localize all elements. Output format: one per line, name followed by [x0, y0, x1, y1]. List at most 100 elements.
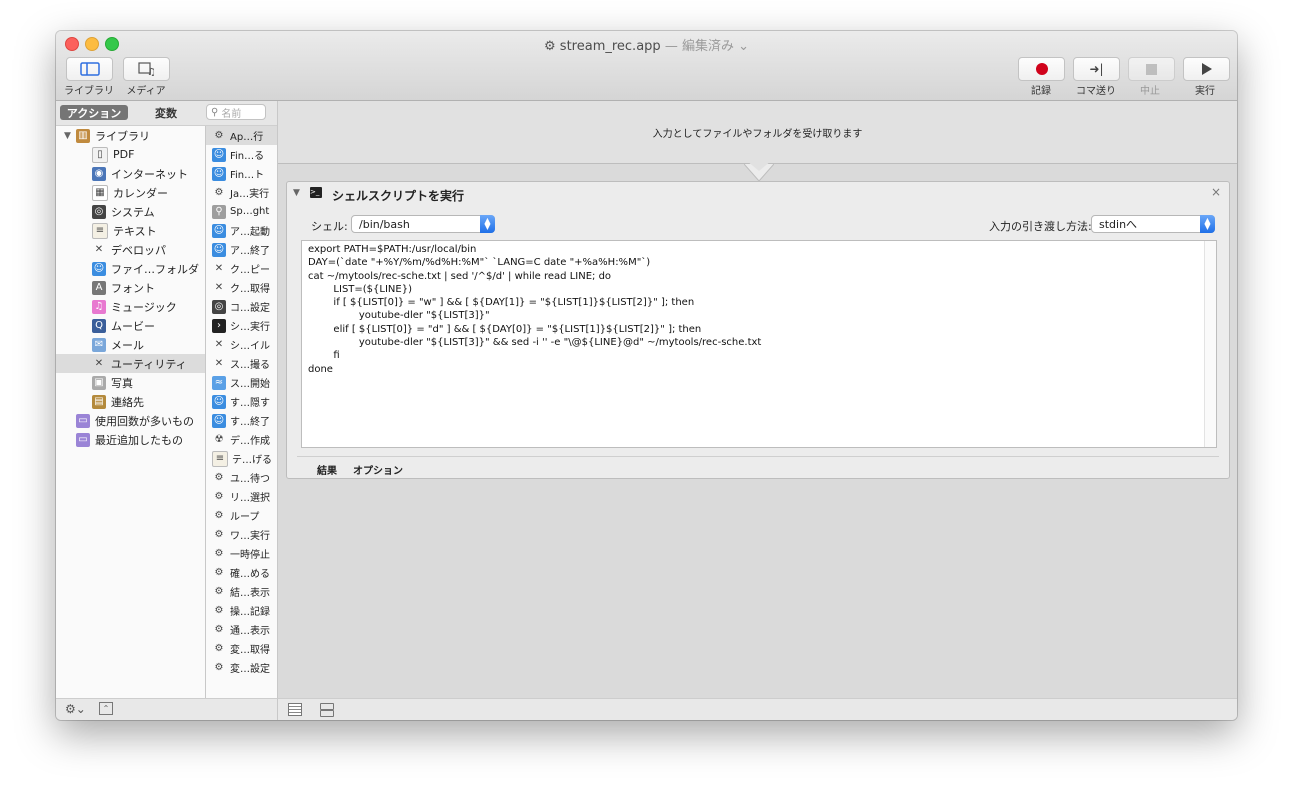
- gear-icon[interactable]: ⚙⌄: [65, 702, 86, 716]
- automator-icon: ⚙: [214, 547, 224, 559]
- sidebar-item-label: ミュージック: [111, 300, 177, 314]
- automator-icon: ⚙: [214, 642, 224, 654]
- action-item-label: 通…表示: [230, 626, 270, 637]
- sidebar-item-text[interactable]: ≡ テキスト: [56, 221, 205, 240]
- action-item-label: Ja…実行: [230, 189, 270, 200]
- tools-icon: ✕: [214, 338, 224, 350]
- utilities-icon: ✕: [94, 357, 104, 369]
- action-list-item[interactable]: ☢ デ…作成: [206, 430, 277, 449]
- action-list-item[interactable]: ⚙ 一時停止: [206, 544, 277, 563]
- workflow-bottom-bar: [278, 698, 1237, 720]
- terminal-icon: >_: [310, 187, 322, 198]
- description-toggle-icon[interactable]: ⌃: [99, 702, 113, 715]
- action-list-item[interactable]: ≡ テ…げる: [206, 449, 277, 468]
- sidebar-item-finder[interactable]: ☺ ファイ…フォルダ: [56, 259, 205, 278]
- action-list-item[interactable]: ⚙ 確…める: [206, 563, 277, 582]
- action-list-item[interactable]: ⚙ 結…表示: [206, 582, 277, 601]
- action-list-item[interactable]: ⚙ ループ: [206, 506, 277, 525]
- sidebar-item-music[interactable]: ♫ ミュージック: [56, 297, 205, 316]
- pass-input-popup[interactable]: stdinへ ▲ ▼: [1091, 215, 1215, 233]
- sidebar-item-system[interactable]: ◎ システム: [56, 202, 205, 221]
- stop-icon: [1146, 63, 1157, 75]
- sidebar-item-smart-folder[interactable]: ▭ 使用回数が多いもの: [56, 411, 205, 430]
- list-view-icon[interactable]: [288, 703, 302, 716]
- action-list-item[interactable]: ⚙ ユ…待つ: [206, 468, 277, 487]
- action-list-item[interactable]: ✕ ス…撮る: [206, 354, 277, 373]
- action-list-item[interactable]: ⚙ Ap…行: [206, 126, 277, 145]
- automator-window: ⚙ stream_rec.app — 編集済み ⌄ ライブラリ ♫ メディア 記…: [56, 31, 1237, 720]
- media-button[interactable]: ♫: [123, 57, 170, 81]
- sidebar-item-contacts[interactable]: ▤ 連絡先: [56, 392, 205, 411]
- action-list-item[interactable]: ⚙ Ja…実行: [206, 183, 277, 202]
- sidebar-item-smart-folder[interactable]: ▭ 最近追加したもの: [56, 430, 205, 449]
- action-list-item[interactable]: ✕ シ…イル: [206, 335, 277, 354]
- action-list-item[interactable]: ⚙ 変…取得: [206, 639, 277, 658]
- tab-results[interactable]: 結果: [317, 462, 337, 477]
- automator-icon: ⚙: [214, 623, 224, 635]
- record-icon: [1035, 63, 1048, 75]
- sidebar-item-label: メール: [111, 338, 144, 352]
- action-item-label: Fin…る: [230, 151, 265, 162]
- script-editor[interactable]: export PATH=$PATH:/usr/local/bin DAY=(`d…: [301, 240, 1217, 448]
- sidebar-item-pdf[interactable]: ▯ PDF: [56, 145, 205, 164]
- sidebar-item-globe[interactable]: ◉ インターネット: [56, 164, 205, 183]
- action-list-item[interactable]: ✕ ク…ピー: [206, 259, 277, 278]
- action-item-label: リ…選択: [230, 493, 270, 504]
- flow-view-icon[interactable]: [320, 703, 334, 710]
- action-list: ⚙ Ap…行 ☺ Fin…る ☺ Fin…ト ⚙ Ja…実行 ⚲ Sp…ght ☺ ア…起動 ☺ ア…終了…: [206, 126, 277, 700]
- tab-actions[interactable]: アクション: [60, 105, 128, 120]
- action-list-item[interactable]: › シ…実行: [206, 316, 277, 335]
- action-list-item[interactable]: ☺ ア…起動: [206, 221, 277, 240]
- contacts-icon: ▤: [92, 394, 106, 409]
- action-list-item[interactable]: ⚙ ワ…実行: [206, 525, 277, 544]
- stop-button[interactable]: [1128, 57, 1175, 81]
- sidebar-item-developer[interactable]: ✕ デベロッパ: [56, 240, 205, 259]
- disclosure-triangle-icon[interactable]: ▼: [64, 131, 71, 141]
- sidebar-item-library[interactable]: ▼ ▥ ライブラリ: [56, 126, 205, 145]
- action-item-label: 変…取得: [230, 645, 270, 656]
- action-list-item[interactable]: ⚲ Sp…ght: [206, 202, 277, 221]
- sidebar-item-mail[interactable]: ✉ メール: [56, 335, 205, 354]
- run-button[interactable]: [1183, 57, 1230, 81]
- action-list-item[interactable]: ◎ コ…設定: [206, 297, 277, 316]
- sidebar-item-movie[interactable]: Q ムービー: [56, 316, 205, 335]
- text-icon: ≡: [92, 222, 108, 239]
- step-button[interactable]: ➜|: [1073, 57, 1120, 81]
- action-list-item[interactable]: ☺ ア…終了: [206, 240, 277, 259]
- action-list-item[interactable]: ☺ す…終了: [206, 411, 277, 430]
- disclosure-triangle-icon[interactable]: ▼: [293, 188, 300, 198]
- sidebar-item-utilities[interactable]: ✕ ユーティリティ: [56, 354, 205, 373]
- action-list-item[interactable]: ☺ Fin…ト: [206, 164, 277, 183]
- library-toggle-button[interactable]: [66, 57, 113, 81]
- tab-options[interactable]: オプション: [353, 462, 403, 477]
- edited-indicator[interactable]: — 編集済み ⌄: [665, 39, 749, 54]
- action-item-label: 操…記録: [230, 607, 270, 618]
- action-list-item[interactable]: ⚙ 操…記録: [206, 601, 277, 620]
- step-label: コマ送り: [1076, 86, 1116, 97]
- action-item-label: ク…取得: [230, 284, 270, 295]
- sidebar-item-font[interactable]: A フォント: [56, 278, 205, 297]
- automator-icon: ⚙: [214, 585, 224, 597]
- sidebar-item-photos[interactable]: ▣ 写真: [56, 373, 205, 392]
- action-list-item[interactable]: ⚙ 変…設定: [206, 658, 277, 677]
- action-list-item[interactable]: ☺ す…隠す: [206, 392, 277, 411]
- action-list-item[interactable]: ≈ ス…開始: [206, 373, 277, 392]
- script-text[interactable]: export PATH=$PATH:/usr/local/bin DAY=(`d…: [308, 243, 761, 376]
- record-button[interactable]: [1018, 57, 1065, 81]
- tab-variables[interactable]: 変数: [142, 105, 190, 120]
- workflow-input-header: 入力としてファイルやフォルダを受け取ります: [278, 101, 1237, 164]
- search-input[interactable]: ⚲ 名前: [206, 104, 266, 120]
- action-item-label: シ…実行: [230, 322, 270, 333]
- editor-scrollbar[interactable]: [1204, 241, 1216, 447]
- flow-view-icon-lower[interactable]: [320, 710, 334, 717]
- action-list-item[interactable]: ⚙ 通…表示: [206, 620, 277, 639]
- smart-folder-icon: ▭: [76, 432, 90, 447]
- action-list-item[interactable]: ✕ ク…取得: [206, 278, 277, 297]
- finder-icon: ☺: [212, 242, 226, 257]
- action-list-item[interactable]: ☺ Fin…る: [206, 145, 277, 164]
- close-action-icon[interactable]: ×: [1211, 185, 1221, 199]
- sidebar-item-calendar[interactable]: ▦ カレンダー: [56, 183, 205, 202]
- action-list-item[interactable]: ⚙ リ…選択: [206, 487, 277, 506]
- shell-popup[interactable]: /bin/bash ▲ ▼: [351, 215, 495, 233]
- action-item-label: す…隠す: [230, 398, 270, 409]
